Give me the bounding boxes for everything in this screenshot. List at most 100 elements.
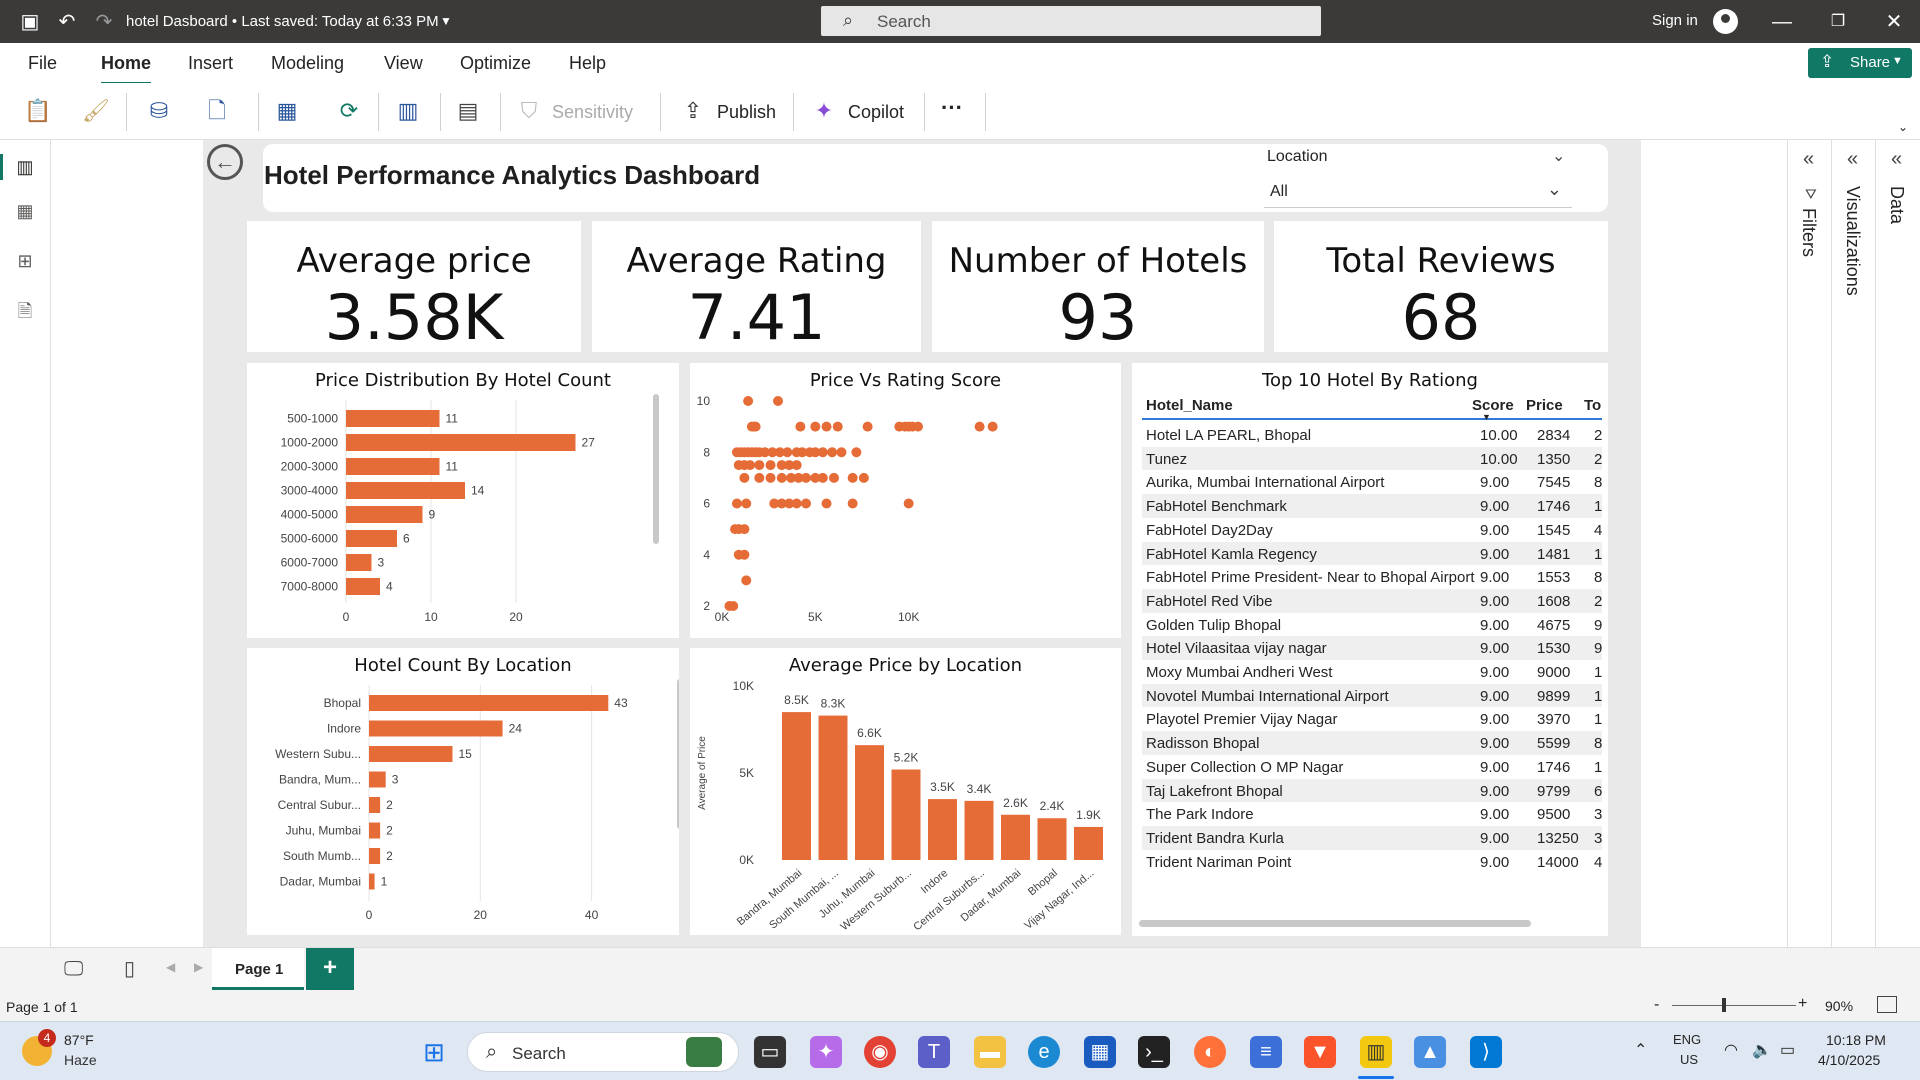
clock-time[interactable]: 10:18 PM [1826, 1032, 1886, 1048]
language-indicator[interactable]: ENG [1673, 1032, 1701, 1047]
taskbar-search[interactable]: ⌕ Search [467, 1032, 739, 1072]
kpi-card-average-price[interactable]: Average price 3.58K [247, 221, 581, 354]
table-row[interactable]: FabHotel Kamla Regency 9.00 1481 19 [1142, 541, 1602, 566]
horizontal-scrollbar[interactable] [1139, 920, 1531, 927]
table-row[interactable]: Trident Bandra Kurla 9.00 13250 3,5 [1142, 825, 1602, 850]
table-row[interactable]: Hotel Vilaasitaa vijay nagar 9.00 1530 95 [1142, 636, 1602, 660]
previous-page-icon[interactable]: ◀ [166, 960, 175, 974]
expand-chevrons-icon[interactable]: « [1891, 148, 1902, 171]
region-indicator[interactable]: US [1680, 1052, 1698, 1067]
more-options-button[interactable]: ··· [941, 95, 963, 121]
photos-icon[interactable]: ▲ [1414, 1036, 1446, 1068]
table-row[interactable]: Trident Nariman Point 9.00 14000 4,5 [1142, 850, 1602, 874]
format-painter-icon[interactable]: 🖌 [82, 98, 110, 124]
table-row[interactable]: FabHotel Prime President- Near to Bhopal… [1142, 565, 1602, 589]
notepad-icon[interactable]: ≡ [1250, 1036, 1282, 1068]
zoom-in-icon[interactable]: + [1798, 995, 1807, 1013]
chrome-icon[interactable]: ◉ [864, 1036, 896, 1068]
desktop-view-icon[interactable]: 🖵 [64, 958, 83, 981]
model-view-icon[interactable]: ⊞ [14, 250, 36, 272]
zoom-slider-thumb[interactable] [1722, 998, 1726, 1012]
kpi-card-average-rating[interactable]: Average Rating 7.41 [592, 221, 921, 354]
visualizations-pane[interactable]: « Visualizations [1831, 140, 1875, 947]
dax-query-icon[interactable]: 🗎 [14, 300, 36, 322]
clock-date[interactable]: 4/10/2025 [1818, 1052, 1880, 1068]
undo-icon[interactable]: ↶ [55, 10, 79, 34]
menu-insert[interactable]: Insert [188, 53, 233, 74]
sensitivity-icon[interactable]: ⛉ [516, 98, 542, 124]
table-row[interactable]: Novotel Mumbai International Airport 9.00… [1142, 683, 1602, 708]
price-vs-rating-chart[interactable]: Price Vs Rating Score 0K 5K 10K 10 8 6 4 2 [690, 363, 1121, 638]
redo-icon[interactable]: ↷ [92, 10, 116, 34]
menu-help[interactable]: Help [569, 53, 606, 74]
publish-icon[interactable]: ⇪ [680, 98, 706, 124]
table-row[interactable]: FabHotel Red Vibe 9.00 1608 22 [1142, 588, 1602, 613]
zoom-slider[interactable] [1672, 1005, 1796, 1006]
price-distribution-chart[interactable]: Price Distribution By Hotel Count 0 10 20 5… [247, 363, 679, 638]
menu-view[interactable]: View [384, 53, 423, 74]
copilot-app-icon[interactable]: ✦ [810, 1036, 842, 1068]
wifi-icon[interactable]: ◠ [1724, 1040, 1738, 1060]
vscode-icon[interactable]: ⟩ [1470, 1036, 1502, 1068]
kpi-card-number-of-hotels[interactable]: Number of Hotels 93 [932, 221, 1264, 354]
table-row[interactable]: Tunez 10.00 1350 20 [1142, 446, 1602, 471]
minimize-icon[interactable]: — [1770, 10, 1794, 34]
microsoft-store-icon[interactable]: ▦ [1084, 1036, 1116, 1068]
zoom-out-icon[interactable]: - [1654, 996, 1659, 1014]
save-icon[interactable]: ▣ [18, 10, 42, 34]
sensitivity-button[interactable]: Sensitivity [552, 102, 633, 123]
teams-icon[interactable]: T [918, 1036, 950, 1068]
table-row[interactable]: Super Collection O MP Nagar 9.00 1746 18 [1142, 755, 1602, 779]
table-row[interactable]: Aurika, Mumbai International Airport 9.00… [1142, 470, 1602, 494]
menu-modeling[interactable]: Modeling [271, 53, 344, 74]
brave-icon[interactable]: ▼ [1304, 1036, 1336, 1068]
expand-chevrons-icon[interactable]: « [1803, 148, 1814, 171]
weather-description[interactable]: Haze [64, 1052, 97, 1068]
copilot-button[interactable]: Copilot [848, 102, 904, 123]
chevron-down-icon[interactable]: ▼ [434, 9, 458, 33]
paste-icon[interactable]: 📋 [24, 98, 51, 124]
power-bi-icon[interactable]: ▥ [1360, 1036, 1392, 1068]
battery-icon[interactable]: ▭ [1780, 1040, 1795, 1060]
copilot-icon[interactable]: ✦ [811, 98, 837, 124]
table-row[interactable]: FabHotel Day2Day 9.00 1545 46 [1142, 518, 1602, 542]
edge-icon[interactable]: e [1028, 1036, 1060, 1068]
table-row[interactable]: Golden Tulip Bhopal 9.00 4675 90 [1142, 613, 1602, 637]
show-hidden-icons[interactable]: ⌃ [1634, 1040, 1647, 1060]
table-row[interactable]: FabHotel Benchmark 9.00 1746 11 [1142, 494, 1602, 518]
share-button[interactable]: ⇪ Share ▼ [1808, 48, 1912, 78]
close-icon[interactable]: ✕ [1882, 10, 1906, 34]
table-row[interactable]: The Park Indore 9.00 9500 30 [1142, 802, 1602, 826]
windows-start-icon[interactable]: ⊞ [418, 1036, 450, 1068]
back-arrow-icon[interactable]: ← [207, 144, 243, 180]
sign-in-link[interactable]: Sign in [1652, 12, 1698, 29]
get-data-icon[interactable]: ⛁ [146, 98, 172, 124]
menu-home[interactable]: Home [101, 53, 152, 85]
next-page-icon[interactable]: ▶ [194, 960, 203, 974]
task-view-icon[interactable]: ▭ [754, 1036, 786, 1068]
zoom-level[interactable]: 90% [1825, 998, 1853, 1014]
location-slicer-dropdown[interactable]: All ⌄ [1264, 174, 1572, 208]
top-hotels-table[interactable]: Top 10 Hotel By Rationg Hotel_Name Score… [1132, 363, 1608, 936]
new-visual-icon[interactable]: ▥ [395, 98, 421, 124]
menu-file[interactable]: File [28, 53, 57, 74]
table-view-icon[interactable]: ▦ [14, 200, 36, 222]
document-title[interactable]: hotel Dasboard • Last saved: Today at 6:… [126, 13, 439, 30]
filters-pane[interactable]: « ⛛ Filters [1787, 140, 1831, 947]
average-price-by-location-chart[interactable]: Average Price by Location 10K 5K 0K Average… [690, 648, 1121, 935]
table-row[interactable]: Playotel Premier Vijay Nagar 9.00 3970 19 [1142, 707, 1602, 731]
report-view-icon[interactable]: ▥ [14, 156, 36, 178]
terminal-icon[interactable]: ›_ [1138, 1036, 1170, 1068]
column-header-total[interactable]: To [1584, 397, 1604, 414]
expand-chevrons-icon[interactable]: « [1847, 148, 1858, 171]
refresh-icon[interactable]: ⟳ [336, 98, 362, 124]
volume-icon[interactable]: 🔈 [1752, 1040, 1772, 1060]
chevron-down-icon[interactable]: ⌄ [1552, 146, 1565, 166]
weather-temperature[interactable]: 87°F [64, 1032, 94, 1048]
mobile-view-icon[interactable]: ▯ [124, 956, 135, 981]
publish-button[interactable]: Publish [717, 102, 776, 123]
table-row[interactable]: Moxy Mumbai Andheri West 9.00 9000 14 [1142, 660, 1602, 684]
column-header-score[interactable]: Score [1472, 397, 1514, 414]
kpi-card-total-reviews[interactable]: Total Reviews 68 [1274, 221, 1608, 354]
recent-sources-icon[interactable]: 🗋 [204, 98, 230, 124]
